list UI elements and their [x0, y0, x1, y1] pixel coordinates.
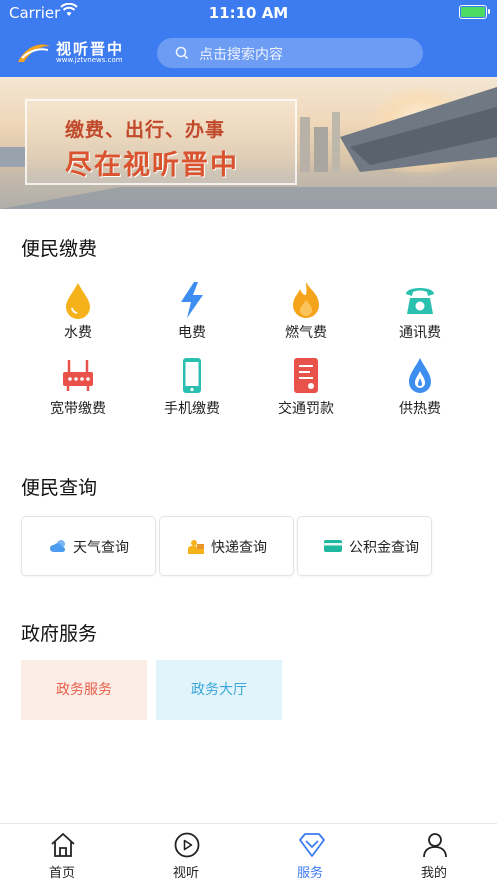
tab-profile[interactable]: 我的: [372, 824, 496, 884]
payment-item-label: 供热费: [399, 401, 441, 417]
logo-swoosh-icon: [18, 44, 50, 62]
payment-item-mobile[interactable]: 手机缴费: [135, 356, 249, 418]
gov-hall-button[interactable]: 政务大厅: [156, 660, 282, 720]
user-icon: [423, 833, 447, 858]
payment-item-traffic-fine[interactable]: 交通罚款: [249, 356, 363, 418]
tab-video[interactable]: 视听: [124, 824, 248, 884]
weather-icon: [49, 540, 66, 552]
home-icon: [51, 833, 75, 857]
payment-item-label: 通讯费: [399, 325, 441, 341]
play-icon: [174, 832, 200, 858]
water-drop-icon: [66, 283, 90, 319]
payment-item-label: 水费: [64, 325, 92, 341]
payment-section-title: 便民缴费: [21, 238, 98, 260]
payment-item-label: 交通罚款: [278, 401, 334, 417]
payment-grid: 水费 电费 燃气费 通讯费 宽带缴费 手机缴费 交通罚款 供热费: [21, 280, 476, 430]
weather-query-label: 天气查询: [73, 540, 129, 556]
diamond-icon: [299, 833, 325, 857]
heating-drop-icon: [409, 358, 431, 393]
tab-label: 我的: [420, 866, 447, 881]
gov-section-title: 政府服务: [21, 623, 98, 645]
housing-fund-query-label: 公积金查询: [349, 540, 419, 556]
search-bar[interactable]: 点击搜索内容: [157, 38, 423, 68]
tab-services[interactable]: 服务: [248, 824, 372, 884]
app-logo[interactable]: 视听晋中 www.jztvnews.com: [16, 38, 131, 68]
gov-service-button[interactable]: 政务服务: [21, 660, 147, 720]
payment-item-label: 燃气费: [285, 325, 327, 341]
lightning-icon: [181, 282, 203, 318]
weather-query-button[interactable]: 天气查询: [21, 516, 156, 576]
tab-label: 首页: [48, 866, 75, 881]
query-section-title: 便民查询: [21, 477, 98, 499]
telephone-icon: [406, 288, 434, 314]
tab-label: 视听: [172, 866, 199, 881]
promo-banner[interactable]: 缴费、出行、办事 尽在视听晋中: [0, 77, 497, 209]
payment-item-label: 电费: [178, 325, 206, 341]
battery-icon: [459, 5, 490, 19]
mobile-phone-icon: [183, 358, 201, 393]
delivery-icon: [188, 540, 204, 554]
brand-url: www.jztvnews.com: [56, 56, 123, 64]
delivery-query-label: 快递查询: [211, 540, 267, 556]
payment-item-heating[interactable]: 供热费: [363, 356, 477, 418]
flame-icon: [293, 282, 319, 318]
ticket-icon: [294, 358, 318, 393]
payment-item-label: 宽带缴费: [50, 401, 106, 417]
payment-item-water[interactable]: 水费: [21, 280, 135, 342]
housing-fund-query-button[interactable]: 公积金查询: [297, 516, 432, 576]
payment-item-broadband[interactable]: 宽带缴费: [21, 356, 135, 418]
router-icon: [63, 360, 93, 391]
payment-item-gas[interactable]: 燃气费: [249, 280, 363, 342]
banner-line-2: 尽在视听晋中: [65, 150, 239, 181]
status-bar: Carrier 11:10 AM: [0, 0, 497, 26]
search-placeholder: 点击搜索内容: [199, 47, 283, 63]
card-icon: [324, 540, 342, 552]
payment-item-telecom[interactable]: 通讯费: [363, 280, 477, 342]
top-header: Carrier 11:10 AM 视听晋中 www.jztvnews.com 点…: [0, 0, 497, 77]
payment-item-electricity[interactable]: 电费: [135, 280, 249, 342]
bottom-tab-bar: 首页 视听 服务 我的: [0, 823, 497, 883]
payment-item-label: 手机缴费: [164, 401, 220, 417]
tab-home[interactable]: 首页: [0, 824, 124, 884]
banner-line-1: 缴费、出行、办事: [65, 119, 226, 141]
delivery-query-button[interactable]: 快递查询: [159, 516, 294, 576]
tab-label: 服务: [296, 866, 323, 881]
clock: 11:10 AM: [208, 4, 289, 22]
search-icon: [175, 46, 189, 60]
